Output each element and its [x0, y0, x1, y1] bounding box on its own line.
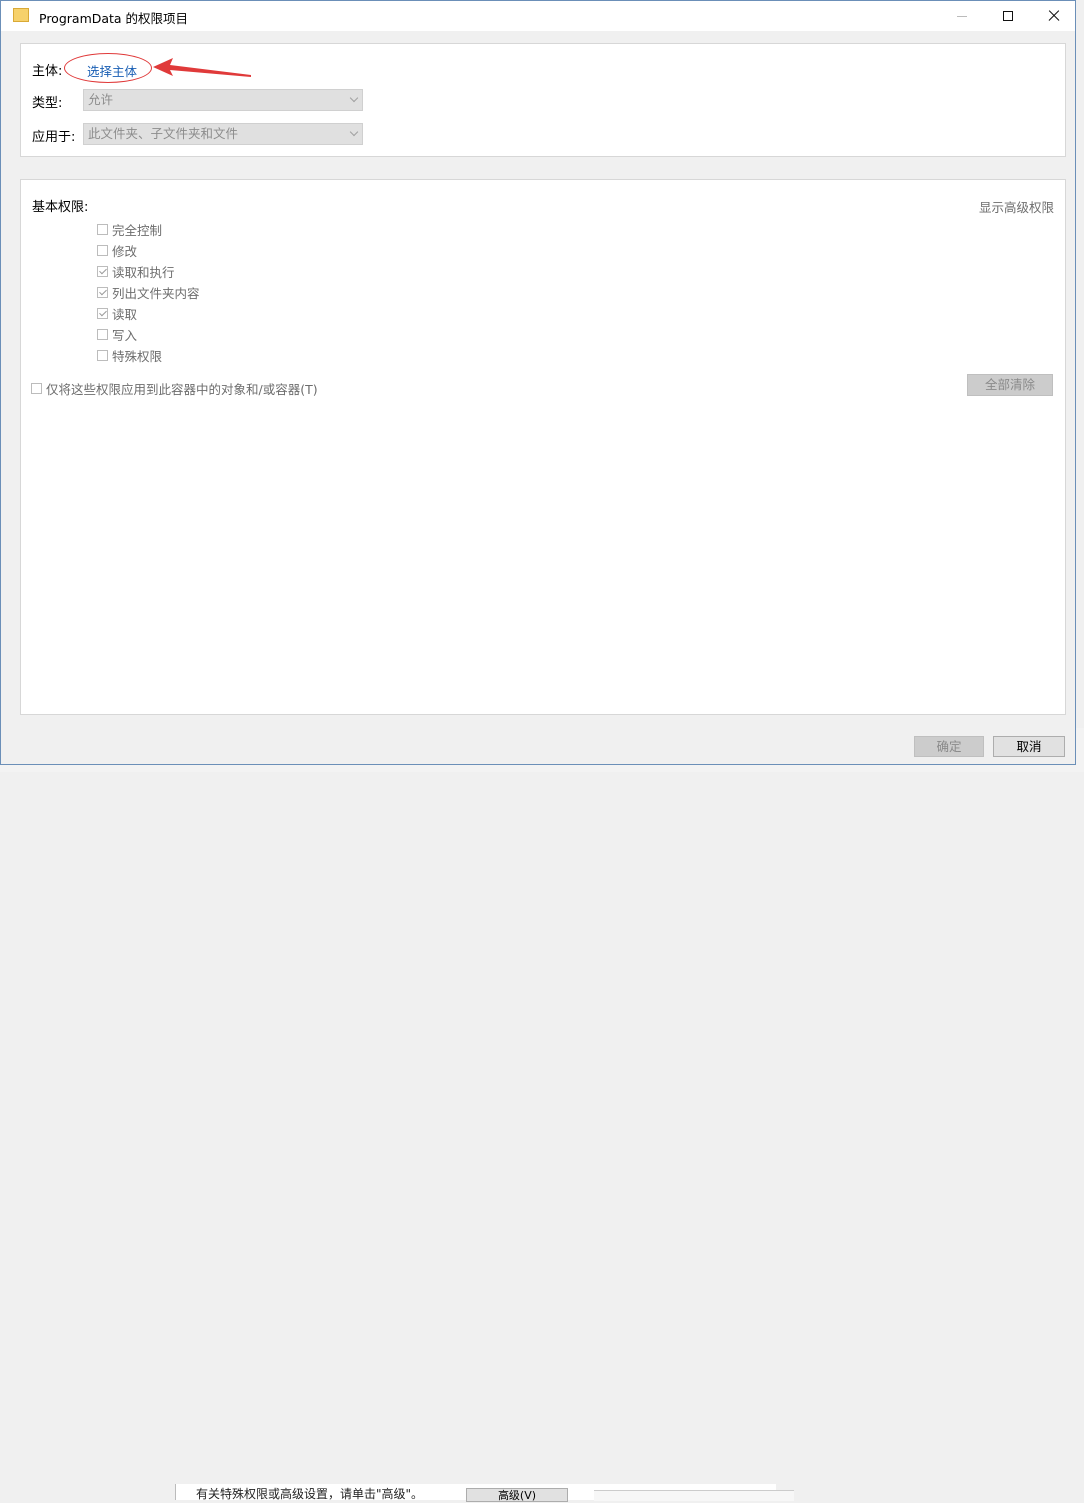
minimize-icon — [957, 15, 967, 17]
maximize-icon — [1003, 11, 1013, 21]
checkbox-icon — [97, 223, 108, 235]
ok-button[interactable]: 确定 — [914, 736, 984, 757]
permission-label: 列出文件夹内容 — [112, 285, 200, 301]
checkbox-icon — [31, 382, 42, 394]
permission-full-control[interactable]: 完全控制 — [97, 220, 162, 238]
close-icon — [1048, 10, 1060, 22]
permission-label: 完全控制 — [112, 222, 163, 238]
permission-label: 修改 — [112, 243, 138, 259]
permission-label: 读取 — [112, 306, 138, 322]
type-label: 类型: — [32, 96, 63, 111]
folder-icon — [13, 8, 29, 22]
basic-permissions-heading: 基本权限: — [32, 200, 89, 215]
cancel-button[interactable]: 取消 — [993, 736, 1065, 757]
checkbox-icon — [97, 244, 108, 256]
permission-write[interactable]: 写入 — [97, 325, 137, 343]
clear-all-button[interactable]: 全部清除 — [967, 374, 1053, 396]
permission-read-execute[interactable]: 读取和执行 — [97, 262, 175, 280]
checkbox-checked-icon — [97, 286, 108, 298]
checkbox-icon — [97, 328, 108, 340]
chevron-down-icon — [349, 93, 359, 103]
arrow-icon — [153, 58, 251, 77]
window-title: ProgramData 的权限项目 — [39, 11, 189, 26]
background-window-edge — [594, 1490, 794, 1501]
permission-entry-dialog: ProgramData 的权限项目 主体: 选择主体 类型: 允许 应用于: 此… — [0, 0, 1076, 765]
checkbox-checked-icon — [97, 307, 108, 319]
annotation-arrow — [153, 58, 251, 77]
permissions-panel: 基本权限: 显示高级权限 完全控制 修改 读取和执行 列出文件夹内容 读取 写入 — [20, 179, 1066, 715]
principal-label: 主体: — [32, 64, 63, 79]
permission-special[interactable]: 特殊权限 — [97, 346, 162, 364]
checkbox-icon — [97, 349, 108, 361]
permission-modify[interactable]: 修改 — [97, 241, 137, 259]
applies-to-dropdown[interactable]: 此文件夹、子文件夹和文件 — [83, 123, 363, 145]
permission-label: 特殊权限 — [112, 348, 163, 364]
close-button[interactable] — [1031, 1, 1077, 31]
background-advanced-button[interactable]: 高级(V) — [466, 1488, 568, 1502]
applies-to-label: 应用于: — [32, 130, 76, 145]
type-value: 允许 — [88, 92, 114, 107]
applies-to-value: 此文件夹、子文件夹和文件 — [88, 126, 239, 141]
background-window-text: 有关特殊权限或高级设置，请单击"高级"。 — [196, 1487, 424, 1501]
permission-read[interactable]: 读取 — [97, 304, 137, 322]
only-apply-label: 仅将这些权限应用到此容器中的对象和/或容器(T) — [46, 381, 318, 397]
only-apply-within-container-checkbox[interactable]: 仅将这些权限应用到此容器中的对象和/或容器(T) — [31, 379, 318, 397]
show-advanced-permissions-link[interactable]: 显示高级权限 — [979, 197, 1054, 216]
annotation-ellipse — [64, 53, 152, 83]
type-dropdown[interactable]: 允许 — [83, 89, 363, 111]
checkbox-checked-icon — [97, 265, 108, 277]
maximize-button[interactable] — [985, 1, 1031, 31]
chevron-down-icon — [349, 127, 359, 137]
title-bar: ProgramData 的权限项目 — [1, 1, 1075, 31]
permission-label: 读取和执行 — [112, 264, 175, 280]
permission-list-folder[interactable]: 列出文件夹内容 — [97, 283, 200, 301]
minimize-button[interactable] — [939, 1, 985, 31]
permission-label: 写入 — [112, 327, 138, 343]
